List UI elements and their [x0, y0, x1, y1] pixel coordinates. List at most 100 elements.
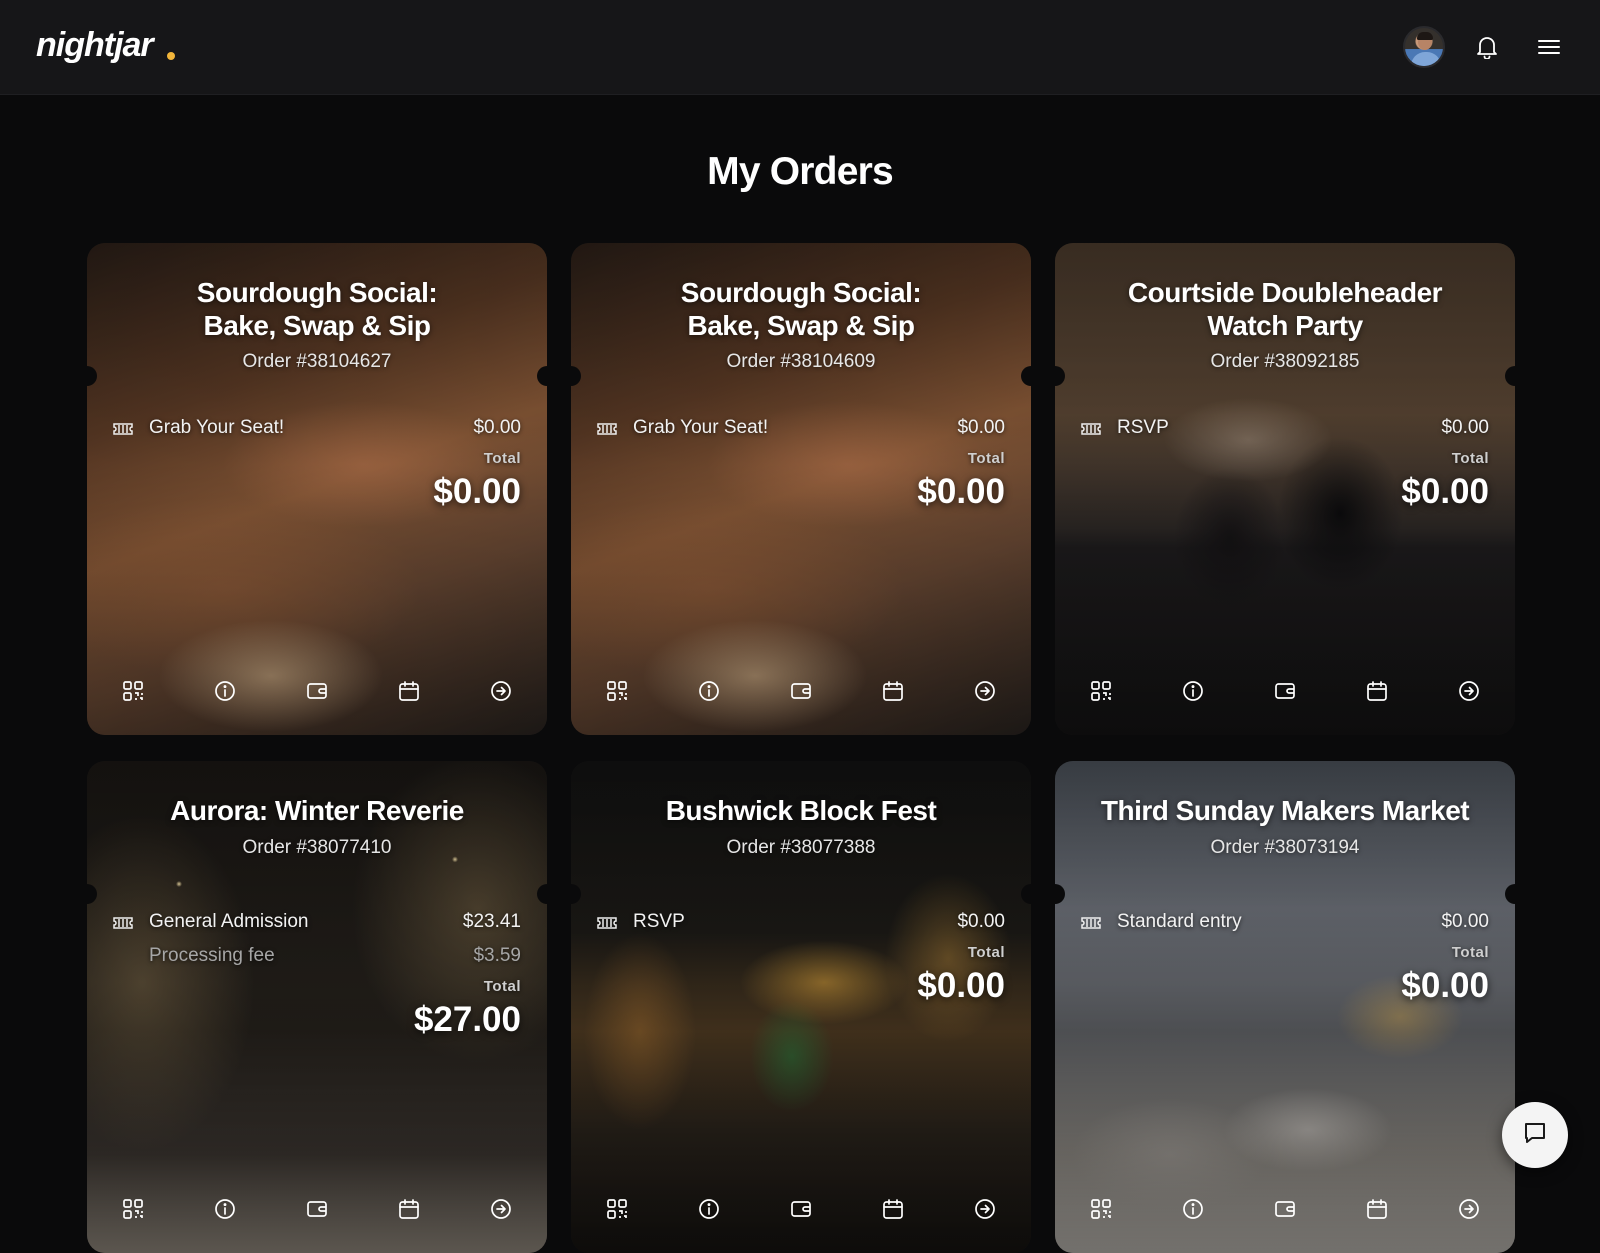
- ticket-line: Standard entry $0.00: [1081, 911, 1489, 937]
- order-number: Order #38077410: [242, 837, 392, 858]
- total-label: Total: [967, 450, 1005, 467]
- event-title: Aurora: Winter Reverie: [170, 795, 464, 826]
- total-label: Total: [1451, 944, 1489, 961]
- calendar-icon[interactable]: [873, 1189, 913, 1229]
- info-icon[interactable]: [1173, 671, 1213, 711]
- event-title: Sourdough Social: Bake, Swap & Sip: [680, 277, 922, 341]
- qr-code-icon[interactable]: [113, 1189, 153, 1229]
- card-actions: [571, 1189, 1031, 1229]
- event-title: Courtside Doubleheader Watch Party: [1127, 277, 1443, 341]
- total-label: Total: [483, 450, 521, 467]
- avatar[interactable]: [1403, 26, 1445, 68]
- info-icon[interactable]: [689, 1189, 729, 1229]
- total-label: Total: [967, 944, 1005, 961]
- arrow-right-circle-icon[interactable]: [481, 1189, 521, 1229]
- ticket-price: $0.00: [957, 417, 1005, 438]
- arrow-right-circle-icon[interactable]: [965, 1189, 1005, 1229]
- ticket-icon: [1081, 914, 1101, 936]
- ticket-type: RSVP: [633, 911, 685, 932]
- ticket-icon: [597, 420, 617, 442]
- bell-icon[interactable]: [1471, 31, 1503, 63]
- page-title: My Orders: [707, 150, 894, 193]
- qr-code-icon[interactable]: [597, 1189, 637, 1229]
- ticket-type: Grab Your Seat!: [633, 417, 769, 438]
- order-card[interactable]: Bushwick Block Fest Order #38077388 RSVP…: [571, 761, 1031, 1253]
- ticket-line: General Admission $23.41: [113, 911, 521, 937]
- total-amount: $0.00: [917, 966, 1005, 1005]
- card-actions: [1055, 1189, 1515, 1229]
- fee-line: Processing fee $3.59: [113, 945, 521, 971]
- order-number: Order #38092185: [1210, 351, 1360, 372]
- total-amount: $0.00: [1401, 966, 1489, 1005]
- order-card[interactable]: Third Sunday Makers Market Order #380731…: [1055, 761, 1515, 1253]
- nightjar-logo[interactable]: nightjar: [36, 26, 154, 65]
- top-bar: nightjar: [0, 0, 1600, 95]
- order-card[interactable]: Sourdough Social: Bake, Swap & Sip Order …: [571, 243, 1031, 735]
- arrow-right-circle-icon[interactable]: [481, 671, 521, 711]
- calendar-icon[interactable]: [1357, 1189, 1397, 1229]
- total-amount: $0.00: [433, 472, 521, 511]
- order-number: Order #38104627: [242, 351, 392, 372]
- ticket-line: Grab Your Seat! $0.00: [597, 417, 1005, 443]
- hamburger-menu-icon[interactable]: [1533, 31, 1565, 63]
- wallet-icon[interactable]: [1265, 1189, 1305, 1229]
- event-title: Sourdough Social: Bake, Swap & Sip: [196, 277, 438, 341]
- ticket-type: Grab Your Seat!: [149, 417, 285, 438]
- qr-code-icon[interactable]: [113, 671, 153, 711]
- chat-button[interactable]: [1502, 1102, 1568, 1168]
- card-actions: [87, 671, 547, 711]
- ticket-price: $0.00: [1441, 417, 1489, 438]
- ticket-price: $0.00: [957, 911, 1005, 932]
- calendar-icon[interactable]: [873, 671, 913, 711]
- wallet-icon[interactable]: [781, 1189, 821, 1229]
- ticket-line: Grab Your Seat! $0.00: [113, 417, 521, 443]
- total-amount: $27.00: [413, 1000, 521, 1039]
- ticket-type: RSVP: [1117, 417, 1169, 438]
- ticket-line: RSVP $0.00: [1081, 417, 1489, 443]
- ticket-icon: [597, 914, 617, 936]
- info-icon[interactable]: [1173, 1189, 1213, 1229]
- ticket-price: $0.00: [1441, 911, 1489, 932]
- order-number: Order #38104609: [726, 351, 876, 372]
- wallet-icon[interactable]: [297, 671, 337, 711]
- ticket-type: General Admission: [149, 911, 309, 932]
- ticket-type: Standard entry: [1117, 911, 1242, 932]
- total-amount: $0.00: [917, 472, 1005, 511]
- fee-label: Processing fee: [149, 945, 275, 966]
- ticket-icon: [113, 420, 133, 442]
- order-card[interactable]: Sourdough Social: Bake, Swap & Sip Order …: [87, 243, 547, 735]
- total-amount: $0.00: [1401, 472, 1489, 511]
- ticket-icon: [113, 914, 133, 936]
- order-number: Order #38077388: [726, 837, 876, 858]
- card-actions: [571, 671, 1031, 711]
- calendar-icon[interactable]: [389, 671, 429, 711]
- wallet-icon[interactable]: [297, 1189, 337, 1229]
- order-number: Order #38073194: [1210, 837, 1360, 858]
- total-label: Total: [483, 978, 521, 995]
- ticket-line: RSVP $0.00: [597, 911, 1005, 937]
- qr-code-icon[interactable]: [597, 671, 637, 711]
- wallet-icon[interactable]: [1265, 671, 1305, 711]
- arrow-right-circle-icon[interactable]: [1449, 1189, 1489, 1229]
- card-actions: [87, 1189, 547, 1229]
- qr-code-icon[interactable]: [1081, 671, 1121, 711]
- arrow-right-circle-icon[interactable]: [1449, 671, 1489, 711]
- calendar-icon[interactable]: [389, 1189, 429, 1229]
- logo-dot: [167, 52, 175, 60]
- qr-code-icon[interactable]: [1081, 1189, 1121, 1229]
- fee-price: $3.59: [473, 945, 521, 966]
- info-icon[interactable]: [689, 671, 729, 711]
- event-title: Bushwick Block Fest: [665, 795, 937, 826]
- ticket-price: $0.00: [473, 417, 521, 438]
- ticket-icon: [1081, 420, 1101, 442]
- calendar-icon[interactable]: [1357, 671, 1397, 711]
- info-icon[interactable]: [205, 1189, 245, 1229]
- event-title: Third Sunday Makers Market: [1100, 795, 1470, 826]
- arrow-right-circle-icon[interactable]: [965, 671, 1005, 711]
- wallet-icon[interactable]: [781, 671, 821, 711]
- order-card[interactable]: Aurora: Winter Reverie Order #38077410 G…: [87, 761, 547, 1253]
- ticket-price: $23.41: [462, 911, 521, 932]
- total-label: Total: [1451, 450, 1489, 467]
- order-card[interactable]: Courtside Doubleheader Watch Party Order …: [1055, 243, 1515, 735]
- info-icon[interactable]: [205, 671, 245, 711]
